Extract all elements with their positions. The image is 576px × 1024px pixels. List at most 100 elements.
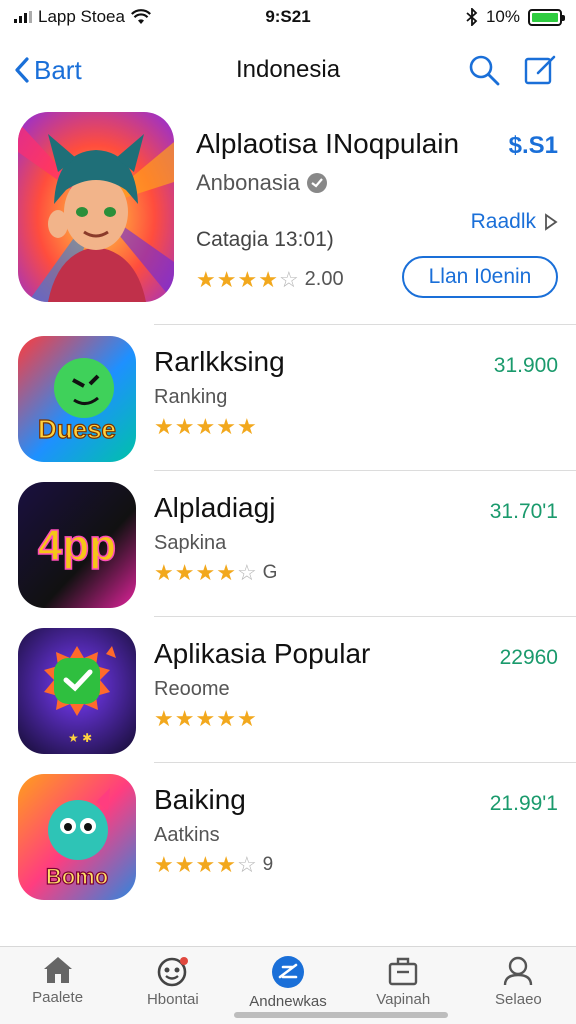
star-icon: ★ — [174, 706, 195, 731]
home-icon — [43, 957, 72, 983]
search-icon[interactable] — [468, 54, 500, 86]
app-rating: ★ ★ ★ ★ ☆ G — [154, 562, 277, 584]
play-outline-icon — [545, 213, 558, 231]
app-price: 22960 — [499, 646, 558, 669]
app-icon[interactable]: Duese — [18, 336, 136, 462]
carrier-label: Lapp Stoea — [38, 7, 125, 26]
rating-extra: 9 — [262, 854, 274, 875]
featured-app-developer: Anbonasia — [196, 170, 328, 196]
verified-badge-icon — [306, 173, 327, 193]
star-icon: ★ — [216, 852, 236, 877]
tab-label: Hbontai — [146, 991, 199, 1008]
list-item[interactable]: Bomo Baiking Aatkins ★ ★ ★ ★ ☆ 9 21.99'1 — [0, 762, 576, 908]
featured-app-card[interactable]: Alplaotisa INoqpulain $.S1 Anbonasia Raa… — [18, 112, 558, 304]
app-price: 21.99'1 — [489, 792, 558, 815]
star-icon: ★ — [195, 414, 216, 439]
star-icon: ★ — [195, 560, 216, 585]
star-icon: ★ — [236, 414, 257, 439]
battery-percent: 10% — [485, 7, 520, 26]
star-rating: ★ ★ ★ ★ ☆ — [196, 266, 299, 292]
featured-app-price: $.S1 — [508, 132, 558, 159]
navigation-bar: Bart Indonesia — [0, 44, 576, 96]
app-subtitle: Sapkina — [154, 532, 227, 554]
featured-app-link[interactable]: Raadlk — [471, 210, 558, 234]
star-icon: ★ — [195, 706, 216, 731]
list-item[interactable]: Duese Rarlkksing Ranking ★ ★ ★ ★ ★ 31.900 — [0, 324, 576, 470]
app-price: 31.900 — [493, 354, 558, 377]
featured-app-title: Alplaotisa INoqpulain — [196, 128, 460, 159]
link-label: Raadlk — [470, 210, 536, 233]
featured-app-rating: ★ ★ ★ ★ ☆ 2.00 — [196, 268, 344, 291]
star-icon: ☆ — [236, 852, 257, 877]
battery-icon — [528, 8, 565, 26]
app-price: 31.70'1 — [489, 500, 558, 523]
back-button[interactable]: Bart — [14, 55, 82, 86]
tab-search[interactable]: Selaeo — [461, 947, 576, 1024]
status-bar: Lapp Stoea 9:S21 10% — [0, 0, 576, 34]
app-icon[interactable]: Bomo — [18, 774, 136, 900]
developer-label: Anbonasia — [196, 170, 300, 195]
star-rating: ★ ★ ★ ★ ★ — [154, 416, 257, 438]
home-indicator — [234, 1012, 448, 1018]
featured-app-category: Catagia 13:01) — [196, 228, 334, 251]
star-icon: ★ — [216, 266, 237, 292]
app-rating: ★ ★ ★ ★ ★ — [154, 708, 257, 730]
star-icon: ★ — [154, 852, 174, 877]
compose-icon[interactable] — [524, 54, 558, 86]
clock: 9:S21 — [265, 7, 311, 26]
tab-today[interactable]: Paalete — [0, 947, 115, 1024]
star-rating: ★ ★ ★ ★ ★ — [154, 708, 257, 730]
app-list: Duese Rarlkksing Ranking ★ ★ ★ ★ ★ 31.900 4p… — [0, 324, 576, 908]
app-title: Alpladiagj — [154, 492, 276, 523]
app-icon-text: Duese — [38, 414, 116, 444]
star-icon: ★ — [174, 852, 195, 877]
star-icon: ★ — [174, 414, 195, 439]
tab-label: Andnewkas — [249, 993, 327, 1010]
tab-games[interactable]: Hbontai — [115, 947, 230, 1024]
star-rating: ★ ★ ★ ★ ☆ — [154, 562, 257, 584]
star-icon: ☆ — [236, 560, 257, 585]
tab-label: Paalete — [32, 989, 84, 1006]
app-icon-text: Bomo — [46, 864, 108, 889]
tab-label: Selaeo — [495, 991, 542, 1008]
rating-count: 2.00 — [304, 268, 344, 290]
star-rating: ★ ★ ★ ★ ☆ — [154, 854, 257, 876]
star-icon: ★ — [216, 414, 236, 439]
star-icon: ★ — [216, 706, 236, 731]
list-item[interactable]: 4pp Alpladiagj Sapkina ★ ★ ★ ★ ☆ G 31.70'1 — [0, 470, 576, 616]
app-subtitle: Ranking — [154, 386, 228, 408]
star-icon: ★ — [237, 266, 258, 292]
wifi-icon — [130, 9, 151, 24]
star-icon: ★ — [196, 266, 216, 292]
app-icon-text: 4pp — [38, 521, 116, 570]
list-item[interactable]: ★ ✱ Aplikasia Popular Reoome ★ ★ ★ ★ ★ 22960 — [0, 616, 576, 762]
bluetooth-icon — [466, 8, 478, 26]
star-icon: ★ — [258, 266, 278, 292]
star-icon: ★ — [236, 706, 257, 731]
signal-icon — [14, 11, 32, 23]
rating-extra: G — [262, 562, 278, 583]
person-icon — [504, 956, 533, 986]
star-icon: ★ — [174, 560, 195, 585]
app-rating: ★ ★ ★ ★ ★ — [154, 416, 257, 438]
app-subtitle: Aatkins — [154, 824, 220, 846]
star-icon: ★ — [216, 560, 236, 585]
app-icon[interactable]: ★ ✱ — [18, 628, 136, 754]
app-icon[interactable]: 4pp — [18, 482, 136, 608]
games-face-icon — [157, 957, 188, 987]
back-label: Bart — [34, 54, 82, 85]
app-title: Aplikasia Popular — [154, 638, 371, 669]
featured-app-icon[interactable] — [18, 112, 174, 302]
star-icon: ★ — [195, 852, 216, 877]
star-icon: ★ — [154, 414, 174, 439]
apps-icon — [272, 956, 304, 988]
bag-icon — [389, 957, 418, 986]
app-title: Rarlkksing — [154, 346, 285, 377]
app-subtitle: Reoome — [154, 678, 230, 700]
featured-get-button[interactable]: Llan I0enin — [402, 256, 558, 298]
star-icon: ★ — [154, 706, 174, 731]
svg-text:★ ✱: ★ ✱ — [68, 731, 92, 745]
star-icon: ☆ — [278, 266, 299, 292]
app-title: Baiking — [154, 784, 246, 815]
tab-label: Vapinah — [376, 991, 431, 1008]
